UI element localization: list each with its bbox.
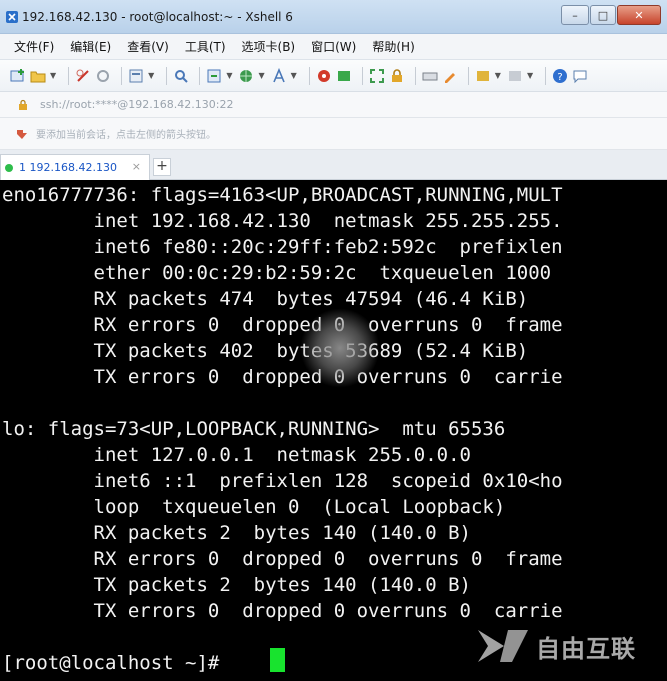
toolbar-separator bbox=[414, 66, 416, 85]
terminal-line: inet6 fe80::20c:29ff:feb2:592c prefixlen bbox=[2, 236, 563, 258]
watermark: 自由互联 bbox=[474, 626, 636, 666]
watermark-text: 自由互联 bbox=[536, 634, 636, 663]
terminal-line: eno16777736: flags=4163<UP,BROADCAST,RUN… bbox=[2, 184, 563, 206]
reconnect-icon[interactable] bbox=[95, 68, 111, 84]
window-controls: – □ ✕ bbox=[560, 5, 661, 25]
xftp-icon[interactable] bbox=[316, 68, 332, 84]
terminal-line: inet 192.168.42.130 netmask 255.255.255. bbox=[2, 210, 563, 232]
terminal-line: ether 00:0c:29:b2:59:2c txqueuelen 1000 bbox=[2, 262, 552, 284]
menu-help[interactable]: 帮助(H) bbox=[372, 38, 414, 55]
menu-edit[interactable]: 编辑(E) bbox=[70, 38, 111, 55]
layout-icon[interactable] bbox=[507, 68, 523, 84]
add-tab-button[interactable]: + bbox=[153, 158, 171, 176]
minimize-button[interactable]: – bbox=[561, 5, 589, 25]
connection-status-icon bbox=[5, 163, 13, 172]
tab-bar: 1 192.168.42.130 × + bbox=[0, 150, 667, 180]
menu-tools[interactable]: 工具(T) bbox=[185, 38, 226, 55]
transfer-dropdown-icon[interactable]: ▼ bbox=[226, 71, 232, 80]
toolbar-separator bbox=[467, 66, 469, 85]
redaction-smudge bbox=[300, 308, 380, 388]
terminal-line: RX errors 0 dropped 0 overruns 0 frame bbox=[2, 548, 563, 570]
toolbar-separator bbox=[199, 66, 201, 85]
xmanager-icon[interactable] bbox=[336, 68, 352, 84]
tab-close-icon[interactable]: × bbox=[132, 160, 141, 173]
transfer-icon[interactable] bbox=[206, 68, 222, 84]
toolbar-separator bbox=[545, 66, 547, 85]
chat-icon[interactable] bbox=[572, 68, 588, 84]
highlight-icon[interactable] bbox=[442, 68, 458, 84]
toolbar-separator bbox=[308, 66, 310, 85]
disconnect-icon[interactable] bbox=[75, 68, 91, 84]
watermark-logo-icon bbox=[478, 630, 528, 662]
globe-dropdown-icon[interactable]: ▼ bbox=[258, 71, 264, 80]
fullscreen-icon[interactable] bbox=[369, 68, 385, 84]
maximize-button[interactable]: □ bbox=[590, 5, 616, 25]
hint-text: 要添加当前会话，点击左侧的箭头按钮。 bbox=[36, 130, 216, 141]
help-icon[interactable]: ? bbox=[552, 68, 568, 84]
terminal-line: TX errors 0 dropped 0 overruns 0 carrie bbox=[2, 366, 563, 388]
address-bar bbox=[0, 92, 667, 118]
terminal-line: lo: flags=73<UP,LOOPBACK,RUNNING> mtu 65… bbox=[2, 418, 506, 440]
properties-icon[interactable] bbox=[128, 68, 144, 84]
menu-file[interactable]: 文件(F) bbox=[14, 38, 54, 55]
terminal-line: RX packets 2 bytes 140 (140.0 B) bbox=[2, 522, 472, 544]
terminal-line: TX errors 0 dropped 0 overruns 0 carrie bbox=[2, 600, 563, 622]
menu-view[interactable]: 查看(V) bbox=[127, 38, 169, 55]
terminal-line: inet6 ::1 prefixlen 128 scopeid 0x10<ho bbox=[2, 470, 563, 492]
close-button[interactable]: ✕ bbox=[617, 5, 661, 25]
toolbar-separator bbox=[68, 66, 70, 85]
new-session-icon[interactable] bbox=[10, 68, 26, 84]
script-icon[interactable] bbox=[475, 68, 491, 84]
properties-dropdown-icon[interactable]: ▼ bbox=[148, 71, 154, 80]
address-input[interactable] bbox=[40, 98, 440, 111]
address-lock-icon bbox=[19, 99, 27, 110]
font-dropdown-icon[interactable]: ▼ bbox=[291, 71, 297, 80]
toolbar-separator bbox=[361, 66, 363, 85]
menu-window[interactable]: 窗口(W) bbox=[311, 38, 356, 55]
lock-icon[interactable] bbox=[389, 68, 405, 84]
terminal-cursor bbox=[270, 648, 285, 672]
terminal-line: RX errors 0 dropped 0 overruns 0 frame bbox=[2, 314, 563, 336]
open-folder-dropdown-icon[interactable]: ▼ bbox=[50, 71, 56, 80]
svg-text:?: ? bbox=[557, 72, 562, 83]
find-icon[interactable] bbox=[173, 68, 189, 84]
hint-bar: 要添加当前会话，点击左侧的箭头按钮。 bbox=[0, 118, 667, 150]
font-icon[interactable] bbox=[271, 67, 287, 84]
toolbar-separator bbox=[121, 66, 123, 85]
terminal-area[interactable]: eno16777736: flags=4163<UP,BROADCAST,RUN… bbox=[0, 180, 667, 681]
tab-session-1[interactable]: 1 192.168.42.130 × bbox=[0, 154, 150, 180]
terminal-prompt: [root@localhost ~]# bbox=[2, 652, 231, 674]
globe-icon[interactable] bbox=[238, 68, 254, 84]
terminal-line: loop txqueuelen 0 (Local Loopback) bbox=[2, 496, 506, 518]
terminal-line: TX packets 402 bytes 53689 (52.4 KiB) bbox=[2, 340, 529, 362]
toolbar-separator bbox=[166, 66, 168, 85]
toolbar: ▼ ▼ ▼ ▼ ▼ ▼ ▼ ? bbox=[0, 60, 667, 92]
terminal-line: inet 127.0.0.1 netmask 255.0.0.0 bbox=[2, 444, 472, 466]
menu-bar: 文件(F) 编辑(E) 查看(V) 工具(T) 选项卡(B) 窗口(W) 帮助(… bbox=[0, 34, 667, 60]
layout-dropdown-icon[interactable]: ▼ bbox=[527, 71, 533, 80]
xshell-app-icon bbox=[6, 11, 18, 23]
add-session-arrow-icon[interactable] bbox=[16, 128, 28, 140]
menu-tabs[interactable]: 选项卡(B) bbox=[242, 38, 296, 55]
script-dropdown-icon[interactable]: ▼ bbox=[495, 71, 501, 80]
keyboard-icon[interactable] bbox=[422, 68, 438, 84]
terminal-line: TX packets 2 bytes 140 (140.0 B) bbox=[2, 574, 472, 596]
terminal-line: RX packets 474 bytes 47594 (46.4 KiB) bbox=[2, 288, 529, 310]
tab-label: 1 192.168.42.130 bbox=[19, 161, 117, 174]
open-folder-icon[interactable] bbox=[30, 68, 46, 84]
window-title: 192.168.42.130 - root@localhost:~ - Xshe… bbox=[22, 10, 293, 24]
title-bar: 192.168.42.130 - root@localhost:~ - Xshe… bbox=[0, 0, 667, 34]
